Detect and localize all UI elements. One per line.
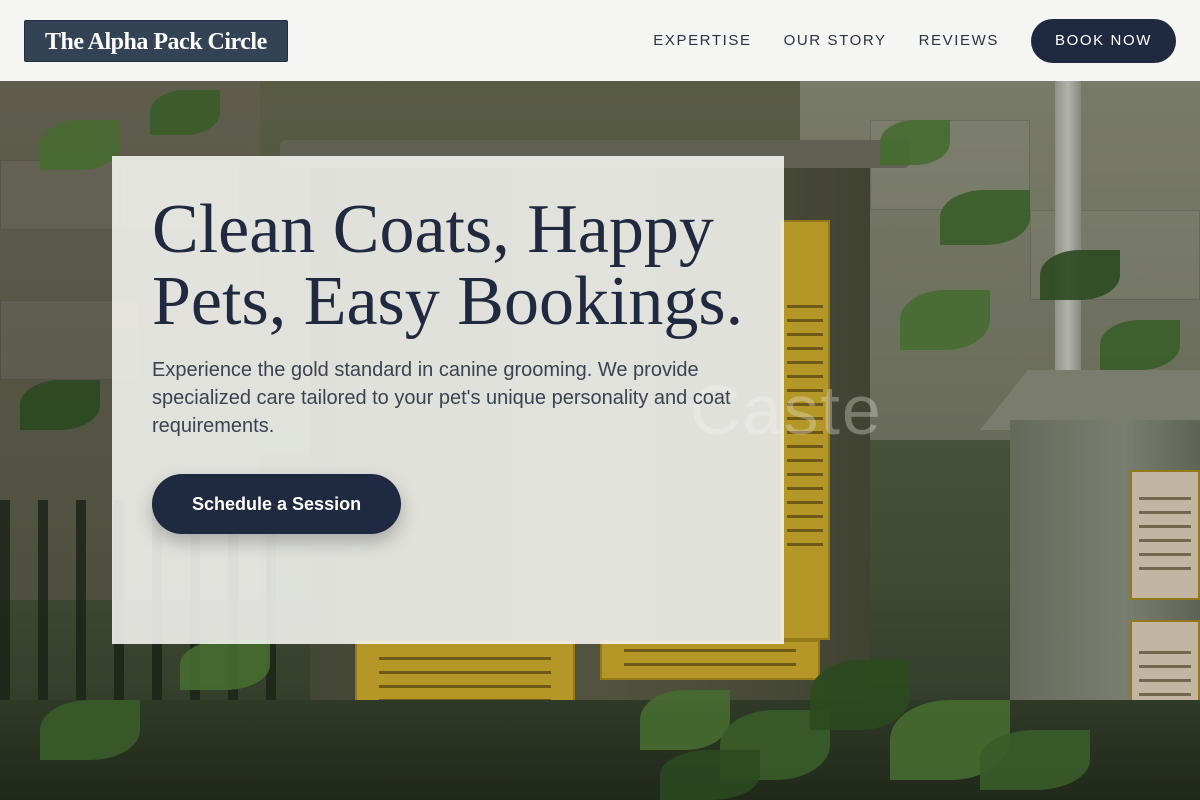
site-logo[interactable]: The Alpha Pack Circle [24, 19, 288, 62]
schedule-session-button[interactable]: Schedule a Session [152, 474, 402, 534]
nav-link-reviews[interactable]: REVIEWS [919, 32, 999, 49]
hero-card: Clean Coats, Happy Pets, Easy Bookings. … [112, 156, 784, 644]
hero-description: Experience the gold standard in canine g… [152, 359, 731, 437]
nav-link-expertise[interactable]: EXPERTISE [653, 32, 751, 49]
main-nav: EXPERTISE OUR STORY REVIEWS BOOK NOW [621, 18, 1176, 63]
book-now-button[interactable]: BOOK NOW [1031, 18, 1176, 63]
site-header: The Alpha Pack Circle EXPERTISE OUR STOR… [0, 0, 1200, 81]
nav-link-our-story[interactable]: OUR STORY [784, 32, 887, 49]
hero-title: Clean Coats, Happy Pets, Easy Bookings. [152, 191, 744, 340]
